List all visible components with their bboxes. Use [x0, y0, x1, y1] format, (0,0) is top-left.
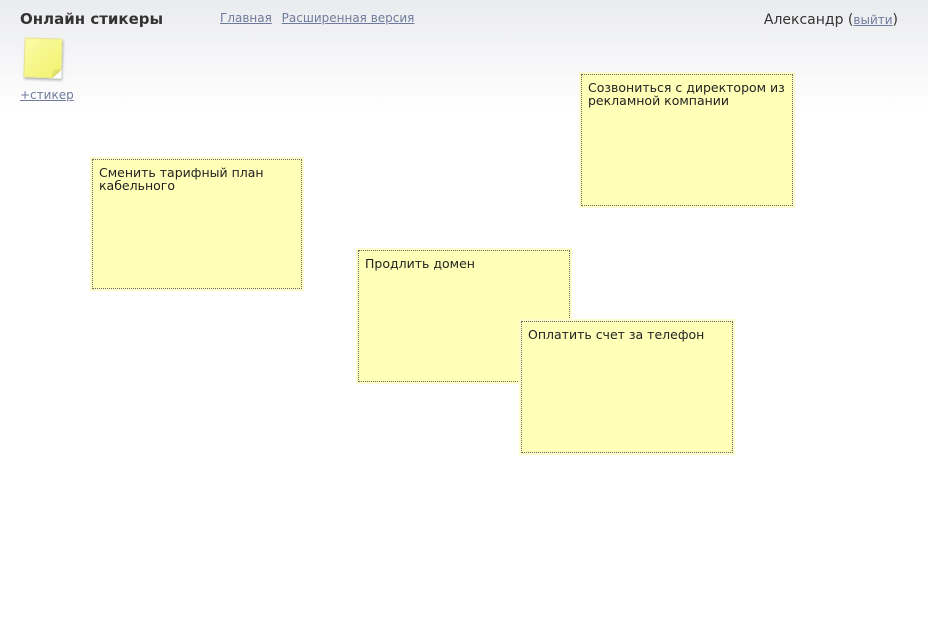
user-name: Александр [763, 12, 844, 28]
sticker-note[interactable]: Созвониться с директором из рекламной ко… [579, 72, 795, 208]
add-sticker-button[interactable]: +стикер [20, 37, 74, 102]
sticker-note[interactable]: Сменить тарифный план кабельного [90, 157, 304, 291]
top-nav: Главная Расширенная версия [220, 11, 420, 25]
add-sticker-link[interactable]: +стикер [20, 88, 74, 102]
sticker-note[interactable]: Оплатить счет за телефон [519, 319, 735, 455]
sticky-note-icon[interactable] [23, 37, 63, 79]
logout-link[interactable]: выйти [853, 13, 892, 27]
paren-close: ) [892, 12, 898, 28]
nav-home-link[interactable]: Главная [220, 11, 272, 25]
nav-extended-version-link[interactable]: Расширенная версия [282, 11, 415, 25]
app-title: Онлайн стикеры [20, 10, 164, 28]
paren-open: ( [843, 12, 854, 28]
sticker-board: Онлайн стикеры Главная Расширенная верси… [0, 0, 928, 632]
user-panel: Александр (выйти) [764, 12, 898, 28]
